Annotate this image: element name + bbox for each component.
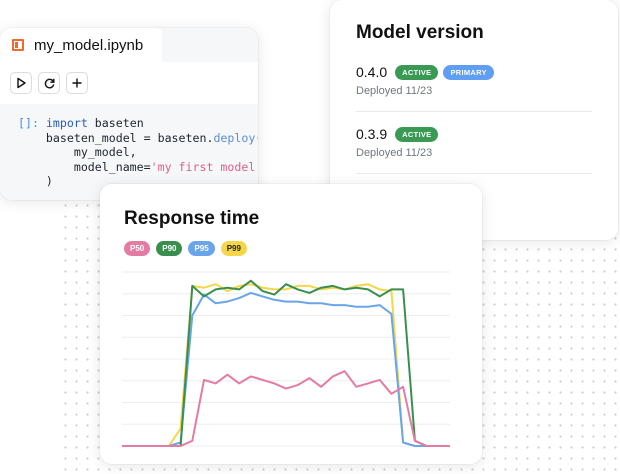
deployed-date: Deployed 11/23 (356, 147, 433, 159)
version-item[interactable]: 0.4.0 ACTIVE PRIMARY Deployed 11/23 (356, 64, 592, 112)
code-cell[interactable]: []: import baseten baseten_model = baset… (18, 116, 258, 189)
code-line-1: import baseten (45, 116, 144, 130)
status-badge: ACTIVE (395, 64, 439, 80)
version-row: 0.3.9 ACTIVE (356, 126, 592, 142)
play-icon (17, 77, 26, 89)
cell-prompt: []: (18, 116, 39, 130)
response-time-chart (122, 271, 450, 447)
jupyter-icon (12, 39, 24, 51)
code-line-2: baseten_model = baseten.deploy( (45, 130, 258, 145)
code-line-3: my_model, (45, 145, 137, 160)
response-time-card: Response time P50 P90 P95 P99 (100, 184, 482, 464)
notebook-toolbar (0, 62, 258, 104)
code-line-5: ) (45, 174, 53, 189)
restart-button[interactable] (38, 72, 60, 94)
notebook-title: my_model.ipynb (34, 36, 144, 54)
deployed-date: Deployed 11/23 (356, 85, 433, 97)
add-cell-button[interactable] (66, 72, 88, 94)
notebook-tab[interactable]: my_model.ipynb (0, 28, 162, 62)
code-line-4: model_name='my first model', (45, 159, 258, 174)
status-badge: ACTIVE (395, 126, 439, 142)
version-number: 0.4.0 (356, 64, 388, 80)
version-number: 0.3.9 (356, 126, 388, 142)
version-item[interactable]: 0.3.9 ACTIVE Deployed 11/23 (356, 126, 592, 174)
status-badge: PRIMARY (443, 64, 494, 80)
model-version-title: Model version (356, 22, 484, 43)
version-row: 0.4.0 ACTIVE PRIMARY (356, 64, 592, 80)
plus-icon (72, 78, 82, 88)
notebook-card: my_model.ipynb []: import baseten basete… (0, 28, 258, 200)
run-button[interactable] (10, 72, 32, 94)
refresh-icon (44, 78, 54, 88)
